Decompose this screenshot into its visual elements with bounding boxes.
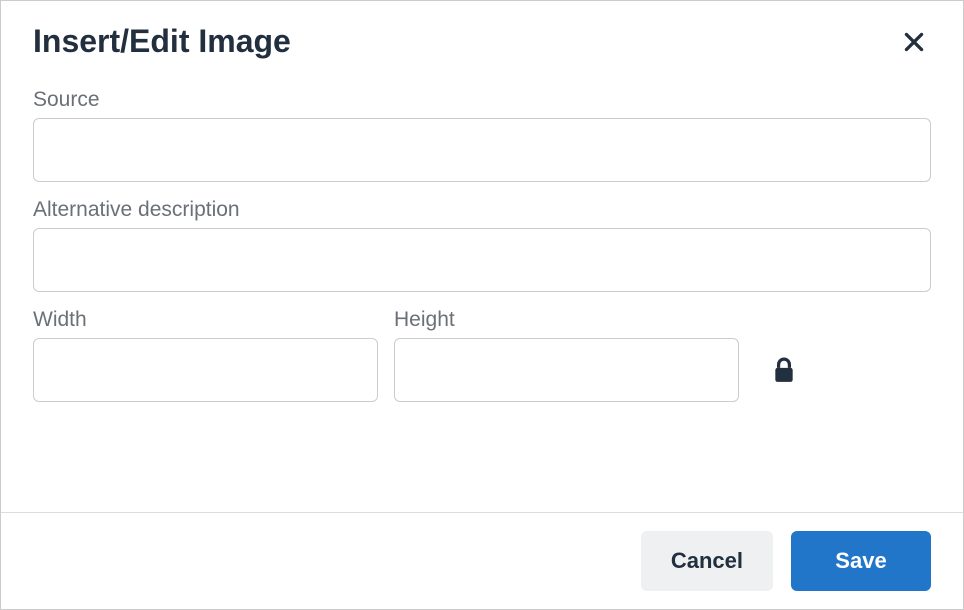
close-button[interactable] <box>897 25 931 59</box>
dialog-header: Insert/Edit Image <box>1 1 963 78</box>
width-field-group: Width <box>33 308 378 402</box>
save-button[interactable]: Save <box>791 531 931 591</box>
width-input[interactable] <box>33 338 378 402</box>
lock-icon <box>773 357 795 383</box>
dimensions-row: Width Height <box>33 308 931 402</box>
close-icon <box>901 29 927 55</box>
image-dialog: Insert/Edit Image Source Alternative des… <box>0 0 964 610</box>
height-input[interactable] <box>394 338 739 402</box>
source-field-group: Source <box>33 88 931 182</box>
alt-field-group: Alternative description <box>33 198 931 292</box>
dialog-body: Source Alternative description Width Hei… <box>1 78 963 512</box>
height-label: Height <box>394 308 739 332</box>
height-field-group: Height <box>394 308 739 402</box>
dialog-title: Insert/Edit Image <box>33 23 291 60</box>
source-input[interactable] <box>33 118 931 182</box>
source-label: Source <box>33 88 931 112</box>
alt-input[interactable] <box>33 228 931 292</box>
lock-wrapper <box>755 338 801 402</box>
constrain-proportions-button[interactable] <box>767 351 801 389</box>
width-label: Width <box>33 308 378 332</box>
dialog-footer: Cancel Save <box>1 512 963 609</box>
cancel-button[interactable]: Cancel <box>641 531 773 591</box>
alt-label: Alternative description <box>33 198 931 222</box>
